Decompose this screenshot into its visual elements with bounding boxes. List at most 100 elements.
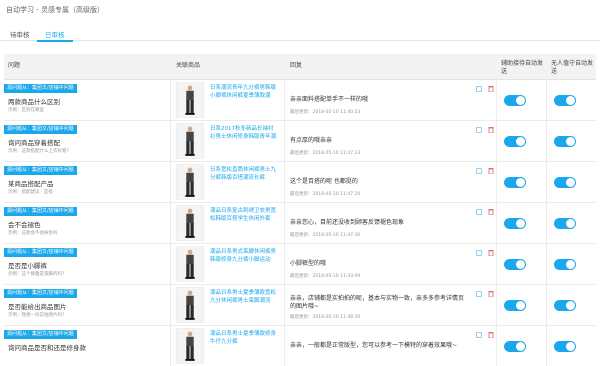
trash-icon[interactable] [488,85,494,92]
product-link[interactable]: 日系2017秋冬新品长袖衬衫男士休闲修身韩版青年潮 [210,125,278,141]
product-thumbnail[interactable] [176,164,204,200]
source-tag: 源问题从：集团文/店铺中问题 [4,330,77,339]
question-title: 会不会褪色 [8,221,41,229]
header-question: 问题 [8,62,21,69]
product-link[interactable]: 潮品日系男士夏季薄款宽松九分休闲裤男士束脚潮流 [210,289,278,305]
question-title: 两款商品什么区别 [8,98,60,106]
product-thumbnail[interactable] [176,287,204,323]
source-tag: 源问题从：集团文/店铺中问题 [4,207,77,216]
tab-pending[interactable]: 待审核 [10,29,30,39]
copy-icon[interactable] [476,332,482,338]
product-image [177,83,203,117]
question-example: 示例：我想一份实拍图片吗？ [8,313,67,318]
product-link[interactable]: 日系宽松直筒休闲裤男士九分裤韩版百搭潮流长裤 [210,166,278,182]
trash-icon[interactable] [488,331,494,338]
reply-text: 亲亲您心，目前还没收到顾客反馈褪色现象 [290,219,405,226]
unmanned-auto-send-toggle[interactable] [554,259,576,270]
page: 自动学习 - 灵感专属（高级版） 待审核 已审核 问题 关联商品 回复 辅助接待… [0,0,600,366]
unmanned-auto-send-toggle[interactable] [554,136,576,147]
assist-auto-send-toggle[interactable] [504,136,526,147]
table-row: 源问题从：集团文/店铺中问题 询问商品是否和还是修身款 潮品日系男士夏季薄款修身… [4,326,596,366]
table-row: 源问题从：集团文/店铺中问题 两款商品什么区别 示例：区别在哪里 日系潮流青年九… [4,80,596,121]
copy-icon[interactable] [476,209,482,215]
product-link[interactable]: 潮品日系男士夏季薄款修身牛仔九分裤 [210,330,278,346]
last-updated: 最后更新：2018-05-10 11:47:30 [290,233,361,238]
product-thumbnail[interactable] [176,82,204,118]
last-updated: 最后更新：2018-05-10 11:48:50 [290,315,361,320]
question-example: 示例：搭配建议 · 宜搭 [8,190,53,195]
trash-icon[interactable] [488,208,494,215]
trash-icon[interactable] [488,126,494,133]
breadcrumb: 自动学习 - 灵感专属（高级版） [6,6,104,14]
product-image [177,288,203,322]
question-title: 询问商品是否和还是修身款 [8,344,86,352]
question-title: 是否是小脚裤 [8,262,47,270]
assist-auto-send-toggle[interactable] [504,177,526,188]
product-link[interactable]: 潮品日系男式束脚休闲裤男韩版修身九分裤小脚运动 [210,248,278,264]
trash-icon[interactable] [488,290,494,297]
reply-text: 这个是百搭的呢 也都挺的 [290,178,358,185]
product-thumbnail[interactable] [176,123,204,159]
trash-icon[interactable] [488,249,494,256]
unmanned-auto-send-toggle[interactable] [554,300,576,311]
product-image [177,247,203,281]
product-image [177,329,203,363]
copy-icon[interactable] [476,250,482,256]
tab-reviewed[interactable]: 已审核 [45,29,65,39]
product-image [177,206,203,240]
product-link[interactable]: 日系潮流青年九分裤男韩版小脚裤休闲裤夏季薄款潮 [210,84,278,100]
product-thumbnail[interactable] [176,246,204,282]
reply-text: 亲亲面料搭配单手不一样的哦 [290,96,369,103]
copy-icon[interactable] [476,127,482,133]
source-tag: 源问题从：集团文/店铺中问题 [4,166,77,175]
table-row: 源问题从：集团文/店铺中问题 是否能给出商品图片 示例：我想一份实拍图片吗？ 潮… [4,285,596,326]
assist-auto-send-toggle[interactable] [504,300,526,311]
product-image [177,165,203,199]
reply-text: 亲亲，一般都是正常版型，您可以参考一下模特的穿着效果哦~ [290,342,458,349]
tab-active-indicator [37,40,73,42]
product-link[interactable]: 潮品日系复古刺绣卫衣男宽松韩版百搭学生休闲外套 [210,207,278,223]
source-tag: 源问题从：集团文/店铺中问题 [4,248,77,257]
reply-text: 有点厚的哦亲亲 [290,137,333,144]
assist-auto-send-toggle[interactable] [504,218,526,229]
question-example: 示例：这款会不会掉色吗 [8,231,58,236]
unmanned-auto-send-toggle[interactable] [554,341,576,352]
question-example: 示例：区别在哪里 [8,108,44,113]
header-reply: 回复 [290,62,303,69]
product-thumbnail[interactable] [176,205,204,241]
question-title: 询问商品穿着搭配 [8,139,60,147]
last-updated: 最后更新：2018-05-10 11:47:20 [290,192,361,197]
assist-auto-send-toggle[interactable] [504,95,526,106]
header-assist: 辅助接待自动发送 [501,60,544,75]
table-header: 问题 关联商品 回复 辅助接待自动发送 无人值守自动发送 [4,54,596,80]
table-row: 源问题从：集团文/店铺中问题 询问商品穿着搭配 示例：这款搭配什么上衣好看？ 日… [4,121,596,162]
unmanned-auto-send-toggle[interactable] [554,218,576,229]
last-updated: 最后更新：2018-05-10 11:43:09 [290,274,361,279]
question-example: 示例：这款搭配什么上衣好看？ [8,149,71,154]
table-row: 源问题从：集团文/店铺中问题 会不会褪色 示例：这款会不会掉色吗 潮品日系复古刺… [4,203,596,244]
question-example: 示例：这个裤腿是束脚的吗？ [8,272,67,277]
copy-icon[interactable] [476,291,482,297]
tab-bar: 待审核 已审核 [0,27,600,42]
reply-text: 亲亲，店铺都是实拍拍的呢，基本与实物一致，亲多多参考详情页的图片哦~ [290,295,465,310]
trash-icon[interactable] [488,167,494,174]
source-tag: 源问题从：集团文/店铺中问题 [4,84,77,93]
header-unmanned: 无人值守自动发送 [551,60,594,75]
unmanned-auto-send-toggle[interactable] [554,95,576,106]
last-updated: 最后更新：2018-05-10 11:40:23 [290,110,361,115]
assist-auto-send-toggle[interactable] [504,341,526,352]
unmanned-auto-send-toggle[interactable] [554,177,576,188]
header-product: 关联商品 [176,62,201,69]
copy-icon[interactable] [476,86,482,92]
review-table: 问题 关联商品 回复 辅助接待自动发送 无人值守自动发送 源问题从：集团文/店铺… [4,54,596,366]
reply-text: 小脚裤型的哦 [290,260,327,267]
product-image [177,124,203,158]
product-thumbnail[interactable] [176,328,204,364]
table-row: 源问题从：集团文/店铺中问题 是否是小脚裤 示例：这个裤腿是束脚的吗？ 潮品日系… [4,244,596,285]
copy-icon[interactable] [476,168,482,174]
last-updated: 最后更新：2018-05-10 11:47:23 [290,151,361,156]
table-row: 源问题从：集团文/店铺中问题 某商品搭配产品 示例：搭配建议 · 宜搭 日系宽松… [4,162,596,203]
assist-auto-send-toggle[interactable] [504,259,526,270]
source-tag: 源问题从：集团文/店铺中问题 [4,125,77,134]
source-tag: 源问题从：集团文/店铺中问题 [4,289,77,298]
